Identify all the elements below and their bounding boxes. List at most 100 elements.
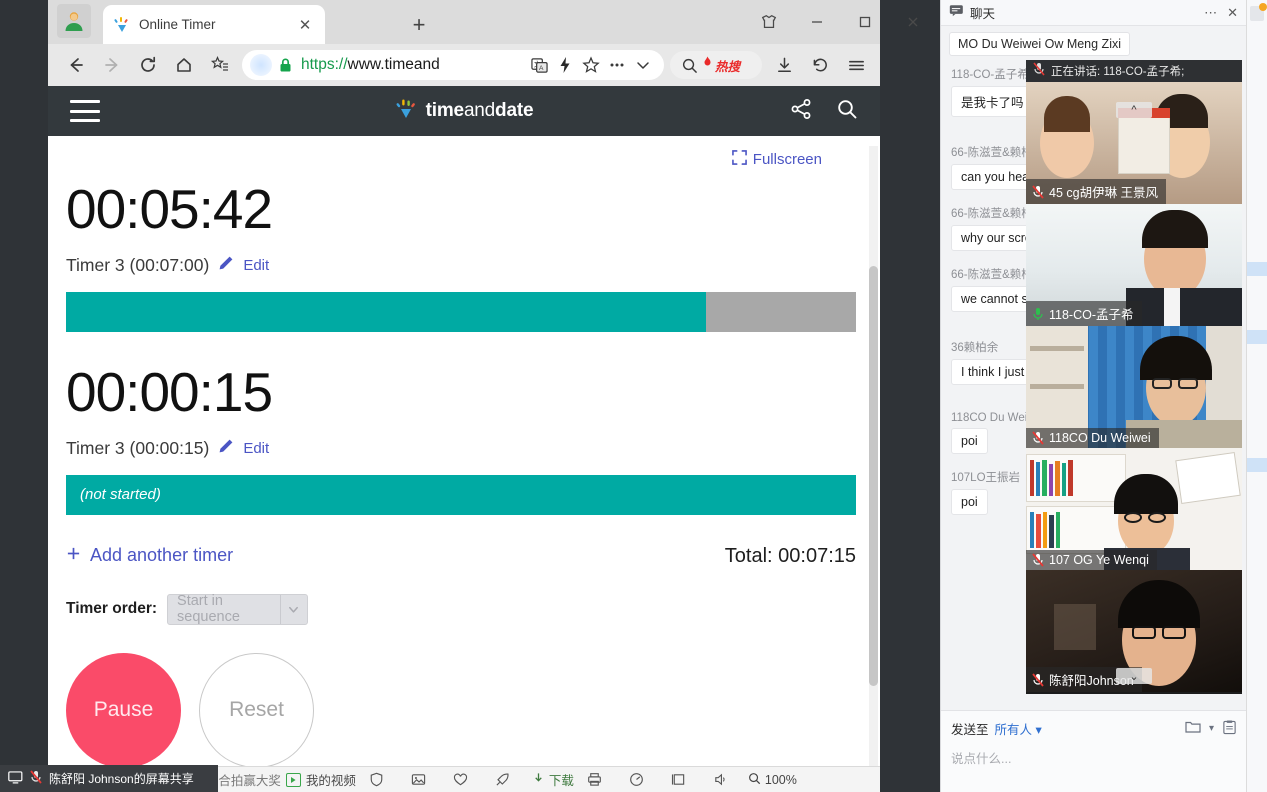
home-button[interactable]	[166, 49, 202, 81]
zoom-level[interactable]: 100%	[748, 772, 797, 788]
site-menu-button[interactable]	[70, 100, 100, 122]
lightning-icon[interactable]	[552, 53, 578, 77]
sidebar-icon[interactable]	[658, 772, 700, 787]
video-tile[interactable]: 107 OG Ye Wenqi	[1026, 448, 1242, 570]
search-box[interactable]: 热搜	[670, 51, 762, 79]
heart-icon[interactable]	[440, 772, 482, 787]
participants-pill[interactable]: MO Du Weiwei Ow Meng Zixi	[949, 32, 1130, 56]
notification-dot	[1259, 3, 1267, 11]
page-scrollbar[interactable]	[869, 146, 878, 786]
downloads-button[interactable]	[766, 49, 802, 81]
timer-display-1: 00:05:42	[66, 178, 273, 240]
chevron-down-icon[interactable]: ▾	[1209, 723, 1214, 734]
edit-link-1[interactable]: Edit	[243, 257, 269, 274]
pause-button[interactable]: Pause	[66, 652, 181, 768]
share-icon[interactable]	[790, 98, 812, 125]
video-tile[interactable]: 45 cg胡伊琳 王景风	[1026, 82, 1242, 204]
translate-icon[interactable]: 文A	[526, 53, 552, 77]
video-tile[interactable]: 118-CO-孟子希	[1026, 204, 1242, 326]
back-button[interactable]	[58, 49, 94, 81]
timer-name-2: Timer 3 (00:00:15)	[66, 437, 210, 458]
reload-button[interactable]	[130, 49, 166, 81]
timer-display-2: 00:00:15	[66, 360, 273, 423]
chat-input-placeholder[interactable]: 说点什么...	[951, 748, 1237, 767]
video-participant-name: 45 cg胡伊琳 王景风	[1049, 186, 1159, 200]
my-video-label[interactable]: 我的视频	[306, 770, 356, 789]
timer-subline-2: Timer 3 (00:00:15) Edit	[66, 438, 858, 459]
panel-tile	[1247, 458, 1267, 472]
url-text: https://www.timeand	[301, 56, 526, 74]
timer-order-label: Timer order:	[66, 600, 158, 617]
filmstrip-scroll-up[interactable]: ^	[1116, 102, 1152, 118]
close-icon	[908, 17, 918, 27]
reset-button[interactable]: Reset	[199, 652, 314, 768]
volume-icon[interactable]	[700, 772, 742, 787]
scrollbar-thumb[interactable]	[869, 266, 878, 686]
fullscreen-button[interactable]: Fullscreen	[731, 150, 822, 169]
forward-button[interactable]	[94, 49, 130, 81]
history-button[interactable]	[802, 49, 838, 81]
timer-progressbar-fill-1	[66, 291, 706, 332]
fullscreen-icon	[731, 150, 747, 169]
send-to-target[interactable]: 所有人 ▾	[995, 719, 1042, 738]
rocket-icon[interactable]	[482, 772, 524, 787]
play-icon[interactable]	[285, 772, 301, 787]
hidden-side-panel[interactable]	[1246, 0, 1267, 792]
video-tile-name: 45 cg胡伊琳 王景风	[1026, 179, 1167, 204]
mic-muted-icon	[29, 770, 43, 787]
video-participant-name: 118CO Du Weiwei	[1049, 431, 1151, 445]
chat-message-text[interactable]: poi	[951, 489, 988, 515]
minimize-button[interactable]	[798, 8, 836, 36]
timer-name-1: Timer 3 (00:07:00)	[66, 254, 210, 275]
magnifier-icon	[748, 772, 761, 788]
chevron-down-icon[interactable]	[630, 53, 656, 77]
site-search-icon[interactable]	[836, 98, 858, 125]
tab-close-icon[interactable]: ✕	[295, 15, 315, 35]
filmstrip-scroll-down[interactable]: ⌄	[1116, 668, 1152, 684]
video-filmstrip: 正在讲话: 118-CO-孟子希; ^ ⌄ 45 cg胡伊琳 王景风 118-C…	[1026, 60, 1242, 694]
lock-icon	[278, 57, 293, 73]
page-content: Fullscreen 00:05:42 Timer 3 (00:07:00) E…	[48, 136, 880, 792]
speed-icon[interactable]	[616, 772, 658, 787]
chat-message-text[interactable]: 是我卡了吗	[951, 86, 1034, 117]
file-icon[interactable]	[1185, 720, 1201, 737]
mic-muted-icon	[1032, 431, 1044, 445]
new-tab-button[interactable]: +	[406, 12, 432, 38]
address-bar[interactable]: https://www.timeand 文A	[242, 50, 664, 80]
shield-icon[interactable]	[356, 772, 398, 787]
active-speaker-label: 正在讲话: 118-CO-孟子希;	[1051, 66, 1185, 78]
timer-block-2: 00:00:15 Timer 3 (00:00:15) Edit (not st…	[66, 360, 858, 515]
maximize-button[interactable]	[846, 8, 884, 36]
bookmark-star-icon[interactable]	[578, 53, 604, 77]
timer-order-value: Start in sequence	[177, 593, 240, 625]
timer-state-label-2: (not started)	[80, 486, 161, 503]
close-icon[interactable]: ✕	[1227, 5, 1238, 21]
home-icon	[177, 58, 191, 72]
plus-icon	[66, 545, 81, 566]
screenshot-icon[interactable]	[1222, 719, 1237, 738]
download-icon	[532, 772, 545, 788]
image-icon[interactable]	[398, 772, 440, 787]
add-timer-button[interactable]: Add another timer	[66, 545, 233, 566]
edit-link-2[interactable]: Edit	[243, 440, 269, 457]
ellipsis-icon[interactable]: ⋯	[1204, 5, 1217, 21]
collections-button[interactable]	[202, 49, 238, 81]
chat-panel-header: 聊天 ⋯ ✕	[941, 0, 1246, 26]
browser-menu-button[interactable]	[838, 49, 874, 81]
pencil-icon[interactable]	[218, 255, 234, 276]
maximize-icon	[859, 16, 871, 28]
download-status[interactable]: 下载	[532, 770, 574, 789]
skin-button[interactable]	[750, 8, 788, 36]
mic-muted-icon	[1032, 672, 1044, 687]
video-tile[interactable]: 118CO Du Weiwei	[1026, 326, 1242, 448]
browser-tab[interactable]: Online Timer ✕	[103, 5, 325, 44]
timer-order-select[interactable]: Start in sequence	[167, 593, 309, 625]
pencil-icon[interactable]	[218, 438, 234, 459]
close-window-button[interactable]	[894, 8, 932, 36]
profile-avatar[interactable]	[57, 4, 91, 38]
chat-message-text[interactable]: poi	[951, 428, 988, 454]
print-icon[interactable]	[574, 772, 616, 787]
flame-icon	[702, 56, 713, 74]
more-options-icon[interactable]	[604, 53, 630, 77]
hot-search-label: 热搜	[715, 59, 741, 74]
